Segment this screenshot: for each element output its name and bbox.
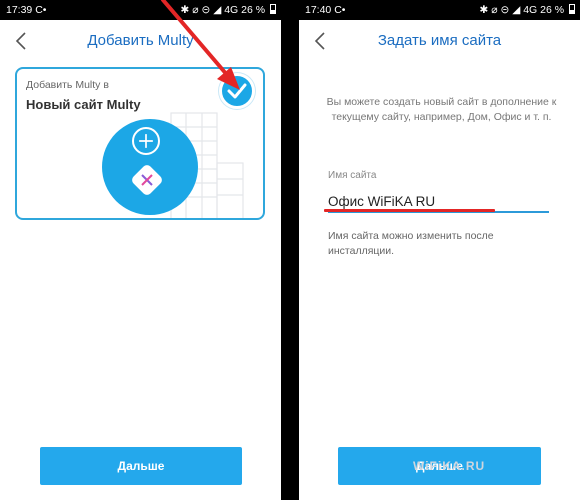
- check-icon[interactable]: [219, 73, 255, 109]
- app-bar: Задать имя сайта: [299, 20, 580, 62]
- description-text: Вы можете создать новый сайт в дополнени…: [326, 96, 557, 123]
- phone-screen-left: 17:39 С• ✱ ⌀ ⊝ ◢ 4G 26 % Добавить Multy …: [0, 0, 281, 500]
- battery-icon: [569, 4, 575, 14]
- status-time: 17:40: [305, 4, 332, 16]
- card-site-name: Новый сайт Multy: [26, 97, 141, 112]
- hint-text: Имя сайта можно изменить после инсталляц…: [328, 230, 494, 257]
- watermark: WiFiKA.RU: [413, 459, 486, 473]
- page-title: Задать имя сайта: [377, 32, 502, 49]
- card-subtitle: Добавить Multy в: [26, 79, 109, 91]
- site-name-label: Имя сайта: [328, 170, 377, 181]
- battery-icon: [270, 4, 276, 14]
- plus-icon[interactable]: [132, 127, 160, 155]
- phone-screen-right: 17:40 С• ✱ ⌀ ⊝ ◢ 4G 26 % Задать имя сайт…: [299, 0, 580, 500]
- app-bar: Добавить Multy: [0, 20, 281, 62]
- status-icons: ✱ ⌀ ⊝ ◢ 4G: [180, 4, 239, 16]
- status-battery: 26 %: [241, 4, 266, 16]
- status-carrier: С•: [35, 4, 47, 16]
- status-time: 17:39: [6, 4, 33, 16]
- status-bar: 17:39 С• ✱ ⌀ ⊝ ◢ 4G 26 %: [0, 0, 281, 20]
- next-button[interactable]: Дальше: [40, 447, 242, 485]
- annotation-underline: [324, 209, 495, 212]
- multy-device-icon: [132, 165, 162, 195]
- status-icons: ✱ ⌀ ⊝ ◢ 4G: [479, 4, 538, 16]
- status-battery: 26 %: [540, 4, 565, 16]
- page-title: Добавить Multy: [87, 32, 194, 49]
- check-mark-icon: [227, 83, 247, 99]
- status-carrier: С•: [334, 4, 346, 16]
- status-bar: 17:40 С• ✱ ⌀ ⊝ ◢ 4G 26 %: [299, 0, 580, 20]
